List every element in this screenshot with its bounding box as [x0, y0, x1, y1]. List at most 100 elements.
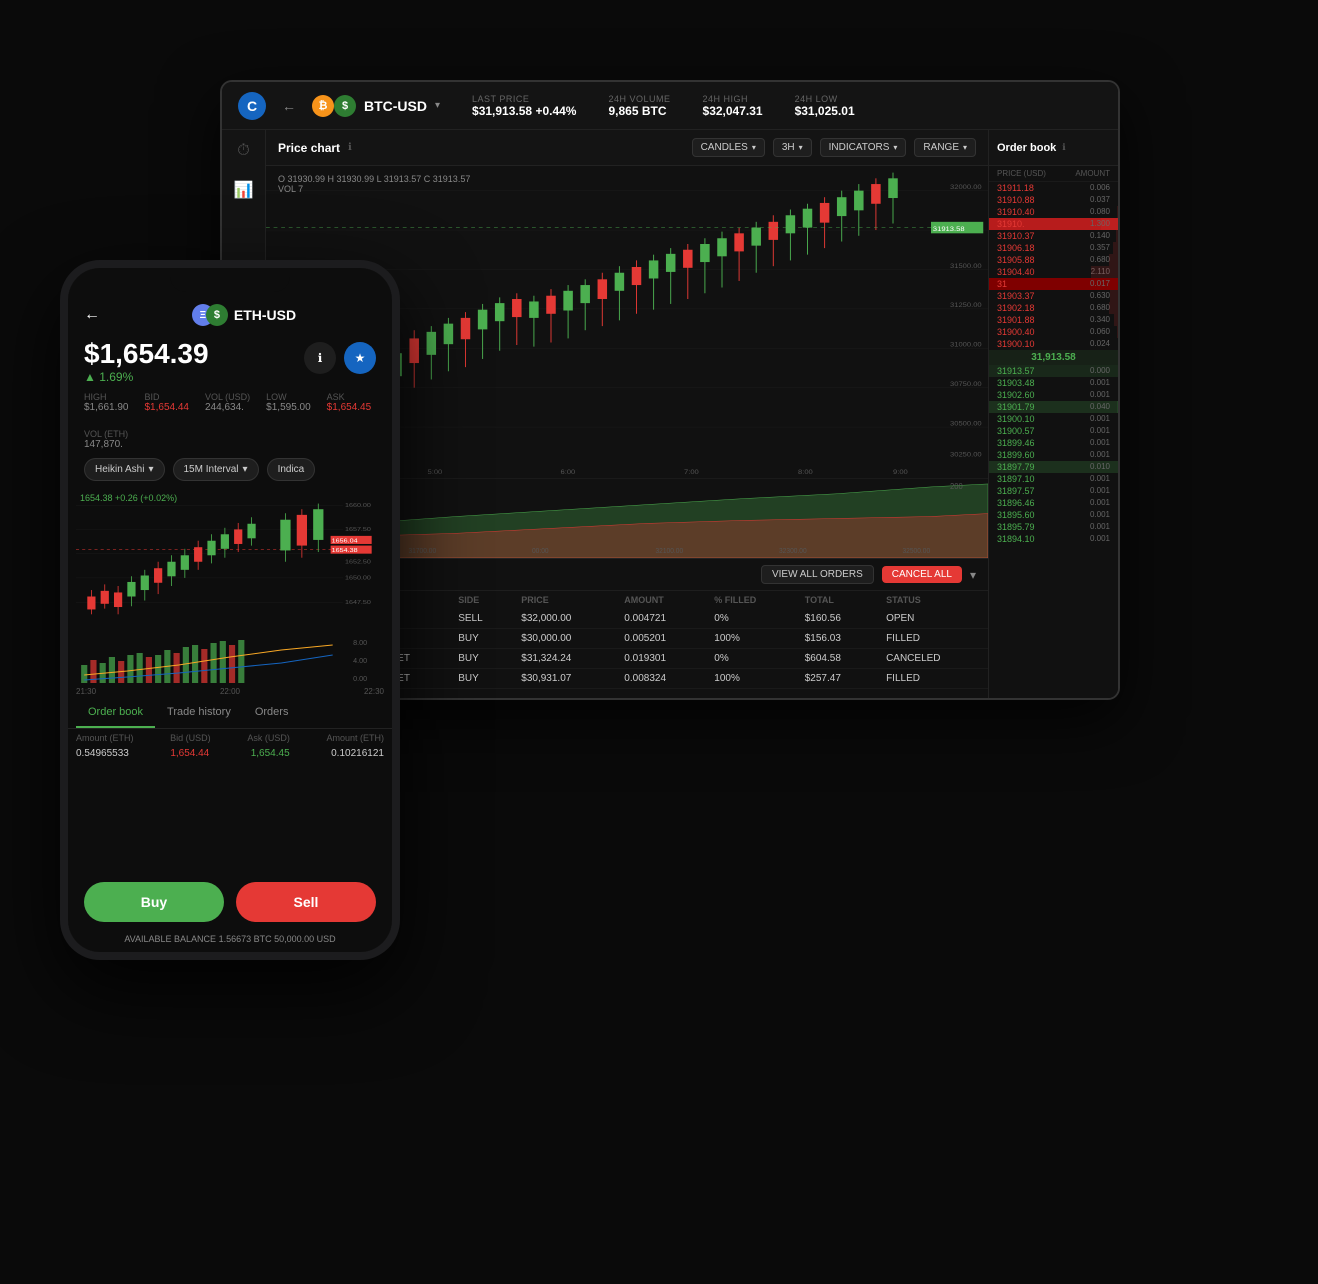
- phone-low-stat: LOW $1,595.00: [266, 392, 311, 413]
- phone-vol-usd-stat: VOL (USD) 244,634.: [205, 392, 250, 413]
- ob-bid-row: 31899.60 0.001: [989, 449, 1118, 461]
- ob-bid-row: 31903.48 0.001: [989, 377, 1118, 389]
- last-price-stat: LAST PRICE $31,913.58 +0.44%: [472, 94, 576, 118]
- chart-title: Price chart: [278, 141, 340, 155]
- ob-ask-row: 31904.40 2.110: [989, 266, 1118, 278]
- svg-text:9:00: 9:00: [893, 468, 908, 475]
- clock-icon[interactable]: ⏱: [237, 142, 249, 160]
- phone-action-buttons: ℹ ★: [304, 342, 376, 374]
- time-label-2: 22:00: [220, 687, 240, 696]
- chart-info-icon[interactable]: ℹ: [348, 142, 352, 153]
- phone-back-button[interactable]: ←: [84, 306, 100, 324]
- desktop-header: C ← ₿ $ BTC-USD ▾ LAST PRICE $31,913.58 …: [222, 82, 1118, 130]
- ob-bid-row: 31900.57 0.001: [989, 425, 1118, 437]
- interval-button-mobile[interactable]: 15M Interval ▾: [173, 458, 259, 481]
- svg-text:32300.00: 32300.00: [779, 548, 807, 555]
- candles-chevron-icon: ▾: [752, 143, 756, 152]
- phone-ob-amount-label: Amount (ETH): [76, 733, 134, 743]
- phone-change: ▲ 1.69%: [84, 370, 209, 384]
- range-chevron-icon: ▾: [963, 143, 967, 152]
- indicators-button[interactable]: INDICATORS ▾: [820, 138, 907, 157]
- volume-stat: 24H VOLUME 9,865 BTC: [608, 94, 670, 118]
- chart-type-chevron-icon: ▾: [148, 464, 153, 475]
- ob-ask-row: 31903.37 0.630: [989, 290, 1118, 302]
- col-filled: % FILLED: [706, 591, 796, 609]
- svg-text:1647.50: 1647.50: [345, 599, 371, 605]
- vol-value: VOL 7: [278, 184, 303, 194]
- order-book-info-icon[interactable]: ℹ: [1062, 142, 1065, 153]
- phone-ob-amount2-label: Amount (ETH): [326, 733, 384, 743]
- order-book-panel: Order book ℹ PRICE (USD) AMOUNT 31911.18…: [988, 130, 1118, 698]
- interval-button[interactable]: 3H ▾: [773, 138, 812, 157]
- phone-ob-headers: Amount (ETH) Bid (USD) Ask (USD) Amount …: [76, 729, 384, 747]
- phone-ob-amount-value: 0.54965533: [76, 748, 129, 759]
- order-book-title: Order book: [997, 142, 1056, 154]
- ob-amount-col-label: AMOUNT: [1054, 169, 1111, 178]
- back-button[interactable]: ←: [282, 98, 296, 114]
- col-amount: AMOUNT: [616, 591, 706, 609]
- price-stats: LAST PRICE $31,913.58 +0.44% 24H VOLUME …: [472, 94, 855, 118]
- low-stat: 24H LOW $31,025.01: [795, 94, 855, 118]
- phone-ask-stat: ASK $1,654.45: [327, 392, 372, 413]
- svg-text:1650.00: 1650.00: [345, 575, 371, 581]
- phone-volume-chart: 8.00 4.00 0.00: [76, 635, 384, 685]
- phone-usd-icon: $: [206, 304, 228, 326]
- view-all-orders-button[interactable]: VIEW ALL ORDERS: [761, 565, 874, 584]
- svg-text:1660.00: 1660.00: [345, 502, 371, 508]
- phone-header: ← Ξ $ ETH-USD: [68, 296, 392, 334]
- svg-text:31913.58: 31913.58: [933, 225, 965, 232]
- phone-stats-row: HIGH $1,661.90 BID $1,654.44 VOL (USD) 2…: [68, 392, 392, 450]
- chart-type-button[interactable]: Heikin Ashi ▾: [84, 458, 165, 481]
- phone-notch: [170, 268, 290, 292]
- ob-bid-row: 31902.60 0.001: [989, 389, 1118, 401]
- buy-button[interactable]: Buy: [84, 882, 224, 922]
- phone-ob-amount2-value: 0.10216121: [331, 748, 384, 759]
- ob-bid-row: 31894.10 0.001: [989, 533, 1118, 545]
- indicators-button-mobile[interactable]: Indica: [267, 458, 316, 481]
- cancel-all-button[interactable]: CANCEL ALL: [882, 566, 962, 583]
- tab-order-book[interactable]: Order book: [76, 698, 155, 728]
- balance-label: AVAILABLE BALANCE: [124, 934, 216, 944]
- ob-current-price: 31,913.58: [989, 350, 1118, 365]
- svg-text:30500.00: 30500.00: [950, 420, 982, 427]
- candles-button[interactable]: CANDLES ▾: [692, 138, 765, 157]
- ob-ask-row: 31910. 1.300: [989, 218, 1118, 230]
- chart-toolbar: Price chart ℹ CANDLES ▾ 3H ▾ INDICATORS …: [266, 130, 988, 166]
- indicators-chevron-icon: ▾: [893, 143, 897, 152]
- chart-icon[interactable]: 📊: [234, 180, 254, 200]
- ob-ask-row: 31910.88 0.037: [989, 194, 1118, 206]
- tab-orders[interactable]: Orders: [243, 698, 301, 728]
- phone-star-button[interactable]: ★: [344, 342, 376, 374]
- phone-buy-sell-buttons: Buy Sell: [68, 874, 392, 930]
- pair-selector[interactable]: ₿ $ BTC-USD ▾: [312, 95, 440, 117]
- phone-ob-bid-value: 1,654.44: [170, 748, 209, 759]
- svg-text:1652.50: 1652.50: [345, 559, 371, 565]
- ob-bid-row: 31895.60 0.001: [989, 509, 1118, 521]
- phone-chart-area[interactable]: 1654.38 +0.26 (+0.02%) 1660.00 1657.50 1…: [76, 489, 384, 635]
- ob-bid-row: 31913.57 0.000: [989, 365, 1118, 377]
- price-change-value: +0.44%: [535, 104, 576, 118]
- orders-dropdown-icon[interactable]: ▾: [970, 568, 976, 582]
- svg-text:32100.00: 32100.00: [656, 548, 684, 555]
- phone-bottom-tabs: Order book Trade history Orders: [68, 698, 392, 729]
- svg-text:8.00: 8.00: [353, 639, 367, 647]
- ob-ask-row: 31901.88 0.340: [989, 314, 1118, 326]
- ob-ask-row: 31 0.017: [989, 278, 1118, 290]
- phone-info-button[interactable]: ℹ: [304, 342, 336, 374]
- ob-ask-row: 31902.18 0.680: [989, 302, 1118, 314]
- tab-trade-history[interactable]: Trade history: [155, 698, 243, 728]
- col-total: TOTAL: [797, 591, 878, 609]
- ohlc-values: O 31930.99 H 31930.99 L 31913.57 C 31913…: [278, 174, 470, 184]
- sell-button[interactable]: Sell: [236, 882, 376, 922]
- col-side: SIDE: [450, 591, 513, 609]
- balance-usd: 50,000.00 USD: [274, 934, 336, 944]
- range-button[interactable]: RANGE ▾: [914, 138, 976, 157]
- app-logo[interactable]: C: [238, 92, 266, 120]
- svg-text:8:00: 8:00: [798, 468, 813, 475]
- phone-time-axis: 21:30 22:00 22:30: [68, 685, 392, 698]
- svg-text:4.00: 4.00: [353, 657, 367, 665]
- phone-pair-selector[interactable]: Ξ $ ETH-USD: [112, 304, 376, 326]
- svg-text:0.00: 0.00: [353, 675, 367, 683]
- ob-bid-row: 31901.79 0.040: [989, 401, 1118, 413]
- svg-text:1657.50: 1657.50: [345, 527, 371, 533]
